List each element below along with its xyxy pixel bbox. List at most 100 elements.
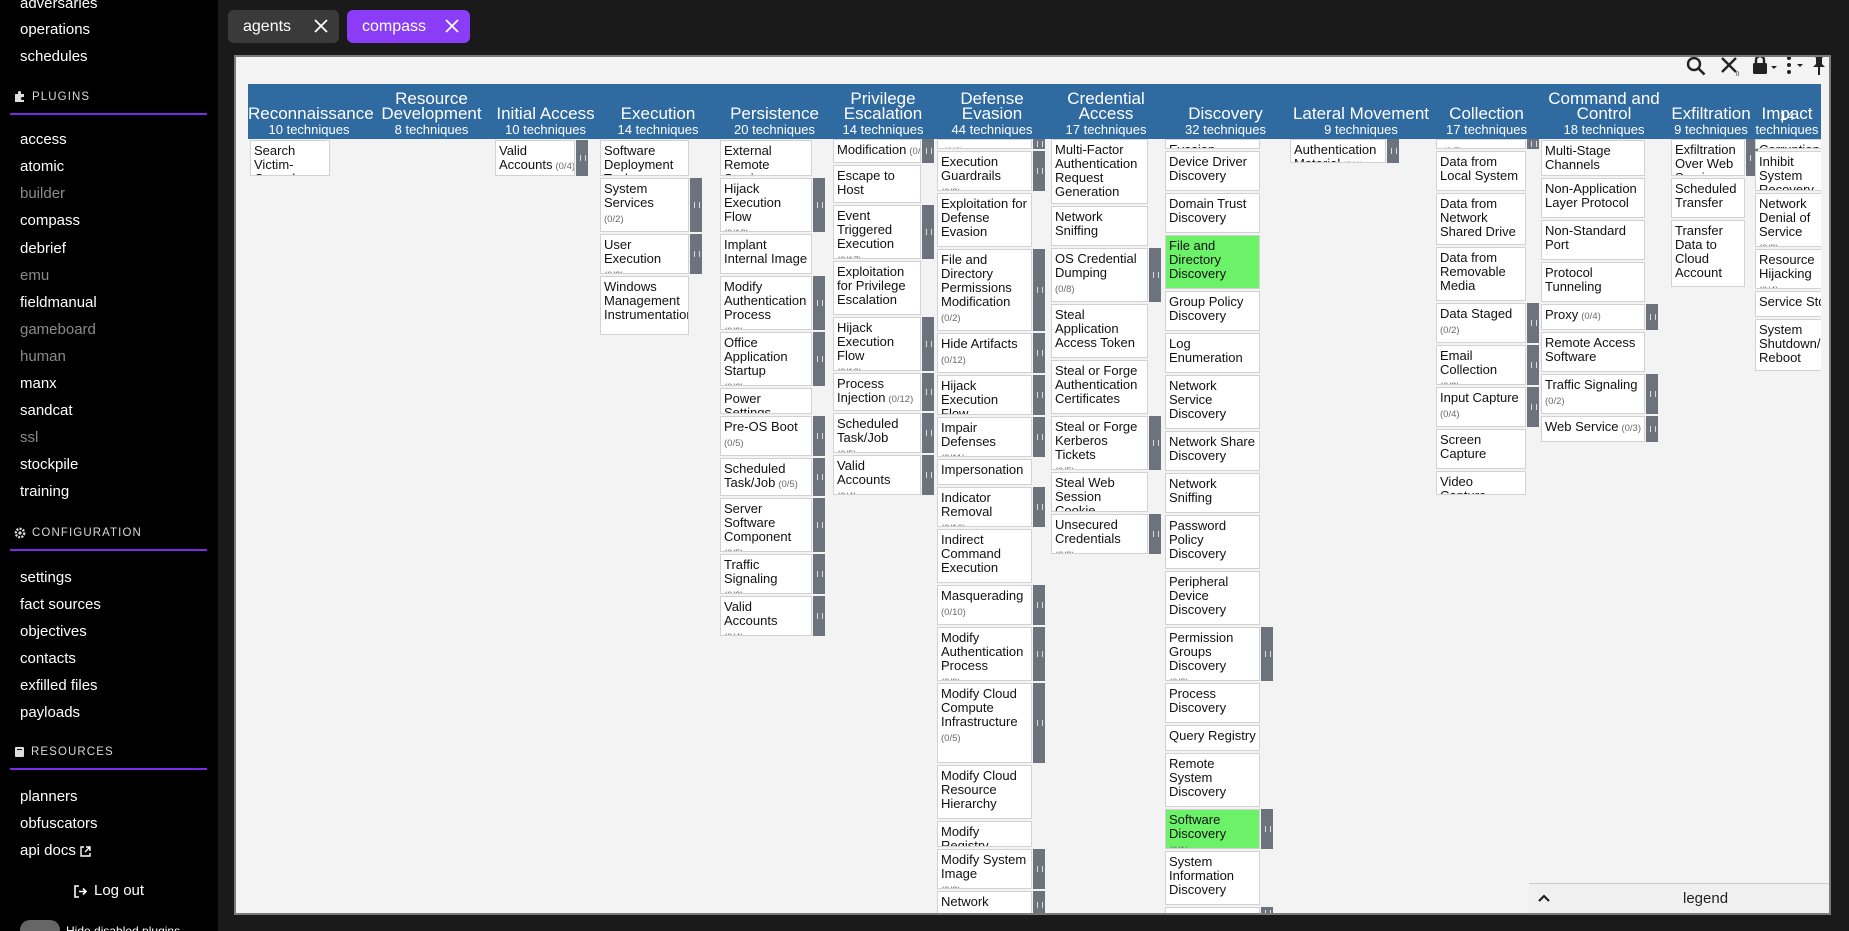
sidebar-item-exfilled-files[interactable]: exfilled files <box>20 677 98 695</box>
technique-cell[interactable]: Modify Registry <box>937 821 1032 847</box>
expand-subtechniques-handle[interactable] <box>1527 139 1539 149</box>
technique-cell[interactable]: Steal or Forge Authentication Certificat… <box>1051 360 1148 414</box>
expand-subtechniques-handle[interactable] <box>922 317 934 371</box>
technique-cell[interactable]: External Remote Services <box>720 140 812 176</box>
sidebar-item-emu[interactable]: emu <box>20 267 49 285</box>
sidebar-item-adversaries[interactable]: adversaries <box>20 0 98 13</box>
expand-subtechniques-handle[interactable] <box>922 139 934 163</box>
expand-subtechniques-handle[interactable] <box>1033 333 1045 373</box>
technique-cell[interactable]: Valid Accounts(0/4) <box>495 140 575 176</box>
tactic-header[interactable]: Discovery 32 techniques <box>1163 84 1288 139</box>
expand-subtechniques-handle[interactable] <box>813 554 825 594</box>
pin-icon[interactable] <box>1809 55 1829 76</box>
technique-cell[interactable]: Indicator Removal (0/10) <box>937 487 1032 527</box>
lock-icon[interactable] <box>1751 55 1779 76</box>
sidebar-item-training[interactable]: training <box>20 483 69 501</box>
technique-cell[interactable]: Network Share Discovery <box>1165 431 1260 471</box>
expand-subtechniques-handle[interactable] <box>1527 387 1539 427</box>
technique-cell[interactable]: Process Discovery <box>1165 683 1260 723</box>
sidebar-item-payloads[interactable]: payloads <box>20 704 80 722</box>
tactic-header[interactable]: Command and Control 18 techniques <box>1539 84 1669 139</box>
expand-subtechniques-handle[interactable] <box>1261 809 1273 849</box>
expand-subtechniques-handle[interactable] <box>1033 249 1045 331</box>
technique-cell[interactable]: Software Deployment Tools <box>600 140 689 176</box>
sidebar-item-manx[interactable]: manx <box>20 375 57 393</box>
tab-agents[interactable]: agents <box>228 10 339 43</box>
technique-cell[interactable]: Data from Removable Media <box>1436 247 1526 301</box>
expand-subtechniques-handle[interactable] <box>1033 849 1045 889</box>
technique-cell[interactable]: (0/2) <box>937 139 1032 149</box>
technique-cell[interactable]: Inhibit System Recovery <box>1755 151 1821 191</box>
expand-subtechniques-handle[interactable] <box>1646 374 1658 414</box>
expand-subtechniques-handle[interactable] <box>1033 151 1045 191</box>
expand-subtechniques-handle[interactable] <box>1033 375 1045 415</box>
sidebar-item-fieldmanual[interactable]: fieldmanual <box>20 294 97 312</box>
technique-cell[interactable]: Modify System Image (0/2) <box>937 849 1032 889</box>
technique-cell[interactable]: Remote System Discovery <box>1165 753 1260 807</box>
technique-cell[interactable]: Data from Network Shared Drive <box>1436 193 1526 245</box>
expand-subtechniques-handle[interactable] <box>813 178 825 232</box>
sidebar-item-contacts[interactable]: contacts <box>20 650 76 668</box>
expand-subtechniques-handle[interactable] <box>1149 514 1161 554</box>
sidebar-item-builder[interactable]: builder <box>20 185 65 203</box>
technique-cell[interactable]: Traffic Signaling (0/2) <box>1541 374 1645 414</box>
technique-cell[interactable]: Scheduled Transfer <box>1671 178 1745 218</box>
sidebar-item-stockpile[interactable]: stockpile <box>20 456 78 474</box>
sidebar-item-operations[interactable]: operations <box>20 21 90 39</box>
close-icon[interactable] <box>444 18 460 34</box>
expand-subtechniques-handle[interactable] <box>1033 417 1045 457</box>
technique-cell[interactable]: Data Staged (0/2) <box>1436 303 1526 343</box>
technique-cell[interactable]: Multi-Stage Channels <box>1541 140 1645 176</box>
expand-subtechniques-handle[interactable] <box>1387 139 1399 163</box>
sidebar-item-ssl[interactable]: ssl <box>20 429 38 447</box>
expand-subtechniques-handle[interactable] <box>1527 345 1539 385</box>
technique-cell[interactable]: Email Collection (0/3) <box>1436 345 1526 385</box>
technique-cell[interactable]: OS Credential Dumping (0/8) <box>1051 248 1148 302</box>
technique-cell[interactable]: Implant Internal Image <box>720 234 812 274</box>
tab-compass[interactable]: compass <box>347 10 470 43</box>
technique-cell[interactable]: System Information Discovery <box>1165 851 1260 905</box>
technique-cell[interactable]: Modify Cloud Compute Infrastructure (0/5) <box>937 683 1032 763</box>
technique-cell[interactable]: Steal or Forge Kerberos Tickets (0/5) <box>1051 416 1148 470</box>
technique-cell[interactable]: Permission Groups Discovery (0/3) <box>1165 627 1260 681</box>
technique-cell[interactable]: Evasion <box>1165 139 1260 149</box>
expand-subtechniques-handle[interactable] <box>922 205 934 259</box>
technique-cell[interactable]: Modify Cloud Resource Hierarchy <box>937 765 1032 819</box>
sidebar-item-access[interactable]: access <box>20 131 67 149</box>
expand-subtechniques-handle[interactable] <box>813 276 825 330</box>
technique-cell[interactable]: Domain Trust Discovery <box>1165 193 1260 233</box>
expand-subtechniques-handle[interactable] <box>1033 683 1045 763</box>
technique-cell[interactable]: Network Service Discovery <box>1165 375 1260 429</box>
tactic-header[interactable]: Initial Access 10 techniques <box>493 84 598 139</box>
technique-cell[interactable]: Indirect Command Execution <box>937 529 1032 583</box>
technique-cell[interactable]: Power Settings <box>720 388 812 414</box>
technique-cell[interactable]: Authentication Material(0/4) <box>1290 139 1386 163</box>
technique-cell[interactable]: Impair Defenses (0/11) <box>937 417 1032 457</box>
technique-cell[interactable]: Non-Standard Port <box>1541 220 1645 260</box>
technique-cell[interactable]: Hijack Execution Flow(0/13) <box>937 375 1032 415</box>
expand-subtechniques-handle[interactable] <box>813 596 825 636</box>
technique-cell[interactable]: Traffic Signaling (0/2) <box>720 554 812 594</box>
logout-button[interactable]: Log out <box>74 882 144 900</box>
tactic-header[interactable]: Persistence 20 techniques <box>718 84 831 139</box>
expand-subtechniques-handle[interactable] <box>1149 416 1161 470</box>
technique-cell[interactable]: Input Capture (0/4) <box>1436 387 1526 427</box>
technique-cell[interactable]: Server Software Component (0/5) <box>720 498 812 552</box>
technique-cell[interactable]: Steal Application Access Token <box>1051 304 1148 358</box>
technique-cell[interactable]: Hijack Execution Flow(0/13) <box>720 178 812 232</box>
expand-subtechniques-handle[interactable] <box>1033 585 1045 625</box>
technique-cell[interactable]: Pre-OS Boot (0/5) <box>720 416 812 456</box>
sidebar-item-settings[interactable]: settings <box>20 569 72 587</box>
technique-cell[interactable]: Modify Authentication Process (0/9) <box>720 276 812 330</box>
technique-cell[interactable]: Protocol Tunneling <box>1541 262 1645 302</box>
tactic-header[interactable]: Impact 14 techniques <box>1753 84 1821 139</box>
sidebar-item-human[interactable]: human <box>20 348 66 366</box>
expand-subtechniques-handle[interactable] <box>1033 487 1045 527</box>
technique-cell[interactable]: Network Sniffing <box>1051 206 1148 246</box>
technique-cell[interactable]: Corruption <box>1755 139 1821 149</box>
technique-cell[interactable]: Network Sniffing <box>1165 473 1260 513</box>
tactic-header[interactable]: Collection 17 techniques <box>1434 84 1539 139</box>
technique-cell[interactable]: User Execution (0/3) <box>600 234 689 274</box>
tactic-header[interactable]: Lateral Movement 9 techniques <box>1288 84 1434 139</box>
expand-subtechniques-handle[interactable] <box>922 373 934 411</box>
